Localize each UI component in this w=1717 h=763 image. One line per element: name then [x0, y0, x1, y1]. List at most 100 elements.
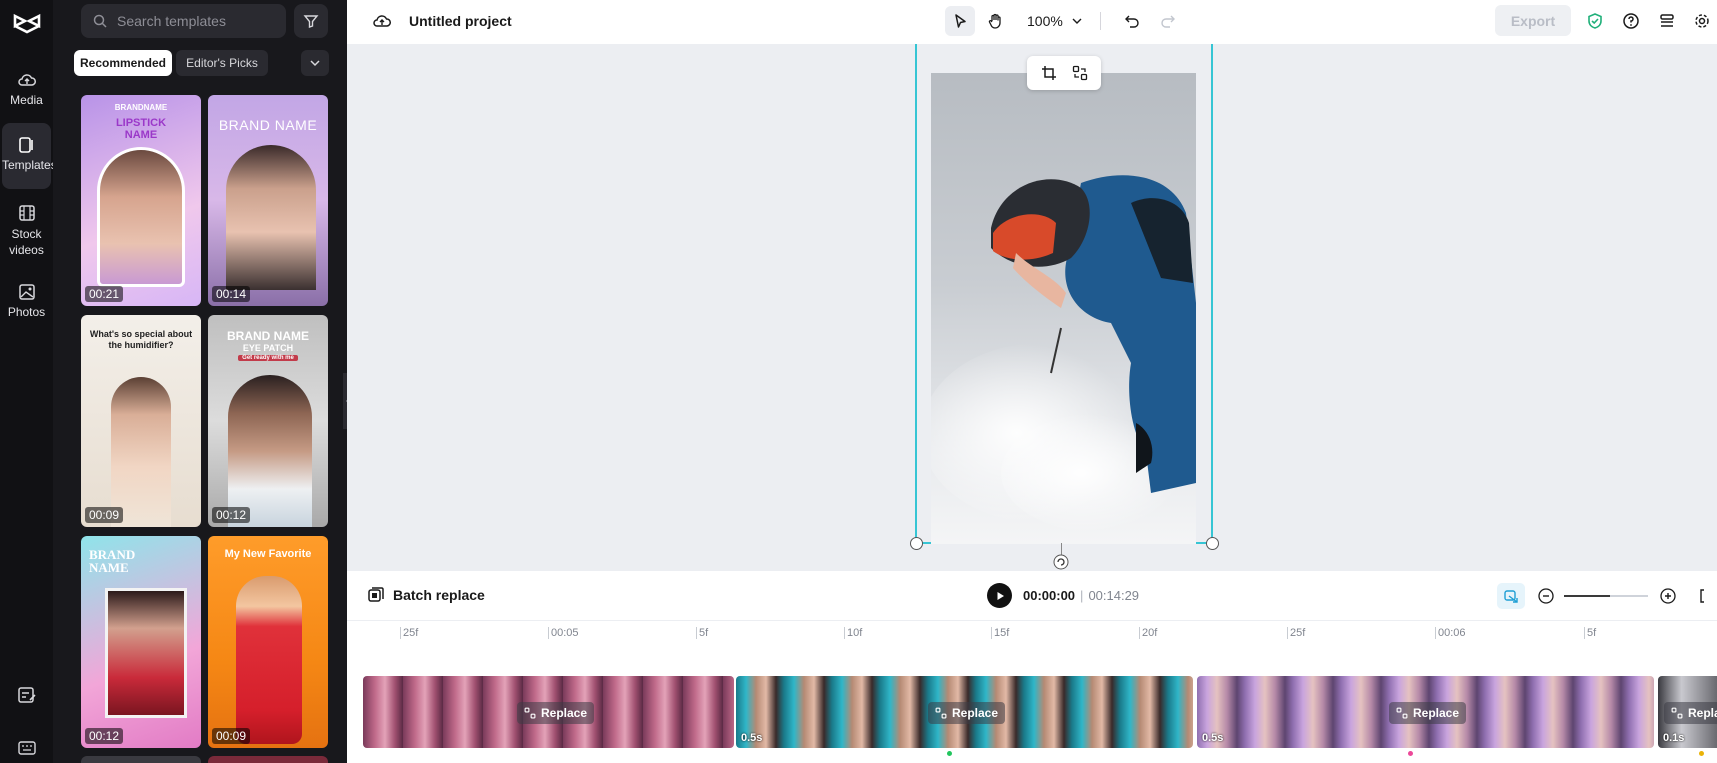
replace-icon	[524, 707, 536, 719]
marker-dot	[947, 751, 952, 756]
top-bar: Untitled project 100% Export	[347, 0, 1717, 44]
floating-toolbar	[1027, 56, 1101, 90]
template-card[interactable]: BRANDNAME LIPSTICK NAME 00:21	[81, 95, 201, 306]
timeline-clip[interactable]: Replace 0.1s	[1658, 676, 1717, 748]
ruler-tick: 20f	[1138, 627, 1158, 639]
rail-item-templates[interactable]: Templates	[2, 123, 57, 189]
rotate-icon[interactable]	[1053, 554, 1069, 570]
template-caption: BRAND NAME	[227, 329, 309, 343]
capcut-logo-icon[interactable]	[12, 12, 42, 38]
template-duration: 00:09	[85, 507, 124, 523]
search-templates-input[interactable]: Search templates	[81, 4, 286, 38]
batch-replace-label: Batch replace	[393, 587, 485, 603]
stack-icon	[1660, 14, 1674, 27]
ruler-tick: 25f	[1286, 627, 1306, 639]
timeline-clip[interactable]: Replace	[363, 676, 734, 748]
notes-icon[interactable]	[16, 684, 38, 706]
toolbar-divider	[1100, 12, 1101, 30]
template-caption: BRAND NAME	[218, 117, 318, 133]
layers-button[interactable]	[1652, 6, 1682, 36]
resize-handle-bottom-right[interactable]	[1206, 537, 1219, 550]
template-portrait	[236, 576, 302, 744]
undo-button[interactable]	[1117, 6, 1147, 36]
shield-button[interactable]	[1580, 6, 1610, 36]
zoom-in-button[interactable]	[1654, 583, 1682, 609]
ruler-tick: 00:06	[1435, 627, 1466, 639]
template-card-partial[interactable]	[208, 756, 328, 763]
timeline-clip[interactable]: Replace 0.5s	[1197, 676, 1654, 748]
template-card[interactable]: My New Favorite 00:09	[208, 536, 328, 748]
ruler-tick: 25f	[399, 627, 419, 639]
filter-button[interactable]	[294, 4, 328, 38]
preview-canvas[interactable]	[347, 44, 1717, 570]
template-portrait	[226, 145, 316, 290]
ruler-tick: 00:05	[548, 627, 579, 639]
template-subcaption: EYE PATCH	[242, 343, 294, 353]
template-card[interactable]: BRAND NAME EYE PATCH Get ready with me 0…	[208, 315, 328, 527]
zoom-out-button[interactable]	[1532, 583, 1560, 609]
batch-replace-icon	[368, 587, 384, 602]
hand-icon	[988, 13, 1001, 29]
redo-button[interactable]	[1153, 6, 1183, 36]
chip-recommended[interactable]: Recommended	[74, 50, 172, 76]
clip-duration: 0.5s	[741, 732, 763, 744]
fit-timeline-button[interactable]	[1692, 583, 1717, 609]
template-duration: 00:12	[212, 507, 251, 523]
export-button[interactable]: Export	[1495, 5, 1571, 36]
rail-item-media[interactable]: Media	[0, 70, 53, 107]
replace-button[interactable]: Replace	[1664, 702, 1717, 724]
chip-editors-picks[interactable]: Editor's Picks	[176, 50, 268, 76]
replace-icon[interactable]	[1072, 65, 1088, 81]
project-title[interactable]: Untitled project	[409, 13, 512, 29]
time-ruler[interactable]: 25f 00:05 5f 10f 15f 20f 25f 00:06 5f	[347, 620, 1717, 646]
template-card[interactable]: BRAND NAME 00:14	[208, 95, 328, 306]
select-tool-button[interactable]	[945, 6, 975, 36]
replace-label: Replace	[1688, 706, 1717, 720]
ruler-tick: 10f	[843, 627, 863, 639]
cloud-upload-icon[interactable]	[372, 11, 392, 31]
replace-icon	[1671, 707, 1683, 719]
marker-dot	[1699, 751, 1704, 756]
settings-button[interactable]	[1687, 6, 1717, 36]
preview-image-skier[interactable]	[931, 73, 1196, 544]
timeline[interactable]: 25f 00:05 5f 10f 15f 20f 25f 00:06 5f Re…	[347, 620, 1717, 763]
templates-icon	[18, 137, 33, 153]
replace-button[interactable]: Replace	[928, 702, 1006, 724]
undo-icon	[1125, 15, 1139, 28]
play-button[interactable]	[987, 583, 1012, 608]
more-categories-button[interactable]	[301, 50, 329, 76]
rail-label-photos: Photos	[7, 305, 46, 319]
help-button[interactable]	[1616, 6, 1646, 36]
template-portrait	[97, 147, 185, 287]
clip-duration: 0.1s	[1663, 732, 1685, 744]
zoom-dropdown[interactable]: 100%	[1027, 13, 1083, 29]
template-duration: 00:21	[85, 286, 124, 302]
current-time: 00:00:00	[1023, 588, 1076, 603]
skier-illustration	[931, 73, 1196, 544]
rail-label-templates: Templates	[2, 158, 57, 172]
crop-icon[interactable]	[1041, 65, 1057, 81]
rail-item-stock-videos[interactable]: Stock videos	[0, 203, 53, 258]
resize-handle-bottom-left[interactable]	[910, 537, 923, 550]
timeline-clip[interactable]: Replace 0.5s	[736, 676, 1193, 748]
replace-button[interactable]: Replace	[517, 702, 595, 724]
template-card-partial[interactable]	[81, 756, 201, 763]
template-duration: 00:14	[212, 286, 251, 302]
template-tag: BRANDNAME	[114, 103, 168, 112]
photo-icon	[18, 284, 35, 300]
template-card[interactable]: What's so special about the humidifier? …	[81, 315, 201, 527]
replace-button[interactable]: Replace	[1389, 702, 1467, 724]
template-portrait	[105, 588, 187, 718]
timeline-zoom-slider[interactable]	[1564, 595, 1648, 597]
keyboard-icon[interactable]	[16, 740, 38, 756]
replace-icon	[935, 707, 947, 719]
auto-snap-toggle[interactable]	[1497, 583, 1525, 609]
template-card[interactable]: BRAND NAME 00:12	[81, 536, 201, 748]
ruler-tick: 5f	[695, 627, 709, 639]
template-caption: BRAND NAME	[89, 547, 136, 575]
hand-tool-button[interactable]	[981, 6, 1011, 36]
rail-item-photos[interactable]: Photos	[0, 282, 53, 319]
gear-icon	[1695, 14, 1709, 28]
link-icon	[1504, 590, 1518, 603]
batch-replace-button[interactable]: Batch replace	[367, 586, 485, 604]
